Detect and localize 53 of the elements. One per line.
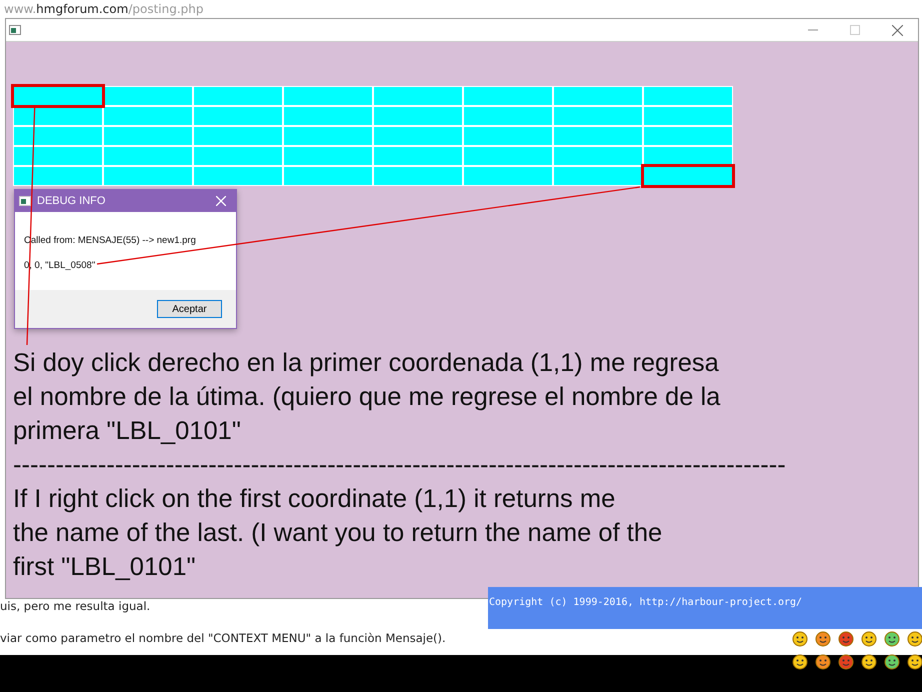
- grid-cell[interactable]: [373, 86, 463, 106]
- accept-button[interactable]: Aceptar: [157, 300, 222, 318]
- console-text: Copyright (c) 1999-2016, http://harbour-project.org/: [488, 587, 922, 629]
- grid-cell[interactable]: [193, 146, 283, 166]
- grid-cell[interactable]: [553, 106, 643, 126]
- maximize-icon: [850, 25, 860, 35]
- grid-cell[interactable]: [463, 106, 553, 126]
- grid-cell[interactable]: [283, 166, 373, 186]
- grid-cell[interactable]: [13, 146, 103, 166]
- grid-cell[interactable]: [643, 146, 733, 166]
- grid-cell[interactable]: [463, 86, 553, 106]
- grid-cell[interactable]: [463, 126, 553, 146]
- forum-text: viar como parametro el nombre del "CONTEXT MENU" a la funciòn Mensaje().: [0, 631, 446, 645]
- browser-url: www.hmgforum.com/posting.php: [3, 1, 204, 18]
- grid-cell[interactable]: [373, 166, 463, 186]
- close-icon: [216, 196, 226, 206]
- highlighted-grid-cell[interactable]: [13, 86, 103, 106]
- window-icon: [19, 196, 31, 206]
- grid-cell[interactable]: [553, 126, 643, 146]
- grid-cell[interactable]: [463, 146, 553, 166]
- grid-cell[interactable]: [193, 106, 283, 126]
- grid-cell[interactable]: [103, 106, 193, 126]
- grid-cell[interactable]: [283, 86, 373, 106]
- window-icon: [9, 25, 21, 35]
- grid-cell[interactable]: [373, 146, 463, 166]
- grid-cell[interactable]: [643, 126, 733, 146]
- grid-cell[interactable]: [103, 86, 193, 106]
- grid-cell[interactable]: [13, 166, 103, 186]
- grid-cell[interactable]: [373, 106, 463, 126]
- grid-cell[interactable]: [193, 86, 283, 106]
- grid-cell[interactable]: [463, 166, 553, 186]
- spanish-note: Si doy click derecho en la primer coordenada (1,1) me regresa el nombre de la útima. (quiero que me regrese el nombre de la primera "LBL_0101": [13, 348, 722, 447]
- grid-cell[interactable]: [553, 166, 643, 186]
- close-icon: [892, 24, 902, 36]
- separator-line: -------------------------------------------------------------------------------------------: [13, 450, 787, 481]
- grid-cell[interactable]: [283, 146, 373, 166]
- grid-cell[interactable]: [103, 146, 193, 166]
- grid-cell[interactable]: [193, 126, 283, 146]
- highlighted-grid-cell[interactable]: [643, 166, 733, 186]
- forum-text: uis, pero me resulta igual.: [0, 599, 150, 613]
- grid-cell[interactable]: [103, 166, 193, 186]
- grid-cell[interactable]: [13, 126, 103, 146]
- grid-cell[interactable]: [643, 86, 733, 106]
- grid-cell[interactable]: [553, 86, 643, 106]
- dialog-title: DEBUG INFO: [37, 195, 106, 207]
- grid-cell[interactable]: [643, 106, 733, 126]
- grid-cell[interactable]: [283, 106, 373, 126]
- grid-cell[interactable]: [373, 126, 463, 146]
- grid-cell[interactable]: [553, 146, 643, 166]
- grid-cell[interactable]: [103, 126, 193, 146]
- grid-cell[interactable]: [193, 166, 283, 186]
- english-note: If I right click on the first coordinate (1,1) it returns me the name of the last. (I want you to return the name of the first "LBL_0101": [13, 484, 664, 583]
- grid-cell[interactable]: [283, 126, 373, 146]
